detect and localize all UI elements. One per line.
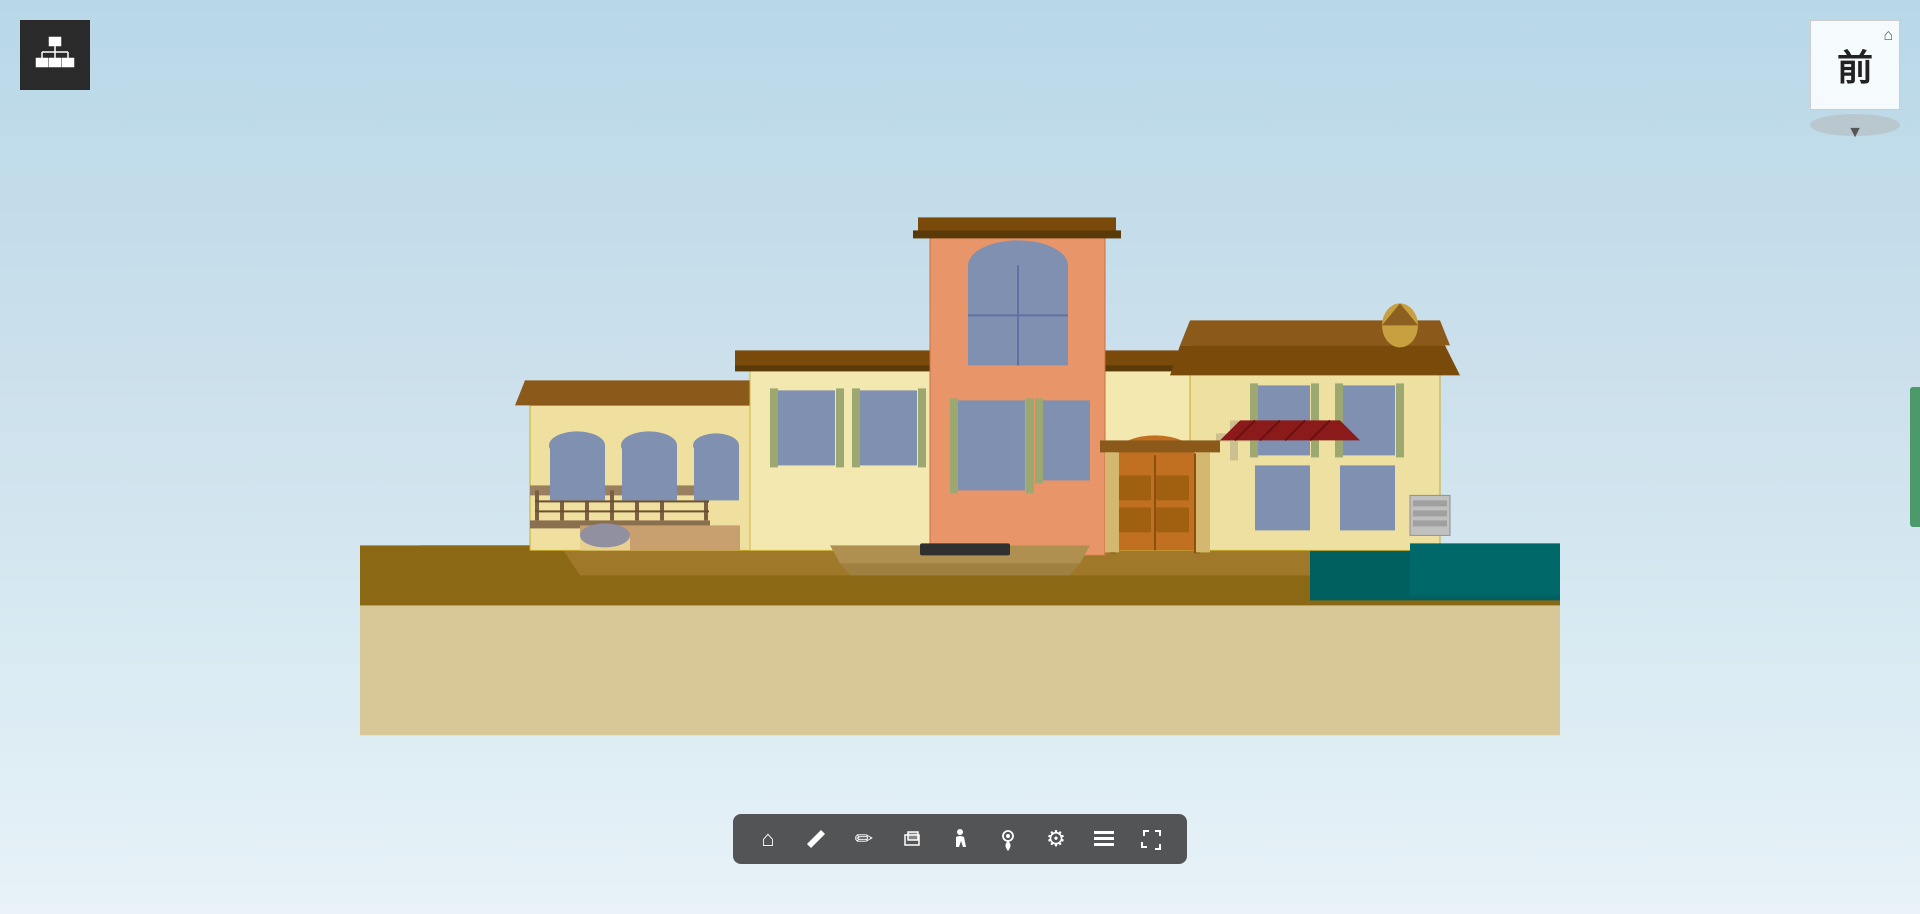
- toolbar-location-button[interactable]: [993, 824, 1023, 854]
- toolbar-settings-button[interactable]: ⚙: [1041, 824, 1071, 854]
- left-arch-win-3-top: [693, 433, 739, 457]
- door-panel-4: [1156, 507, 1189, 532]
- pool-teal: [1410, 543, 1560, 595]
- rail-bar-2: [535, 510, 709, 512]
- toolbar-person-button[interactable]: [945, 824, 975, 854]
- door-panel-1: [1118, 475, 1151, 500]
- list-icon: [1093, 829, 1115, 849]
- left-wing-roof: [515, 380, 770, 405]
- person-icon: [949, 827, 971, 851]
- ac-vent-1: [1413, 500, 1447, 506]
- tower-lower-shutter-1r: [1026, 398, 1034, 493]
- tower-lower-shutter-1l: [950, 398, 958, 493]
- ac-vent-3: [1413, 520, 1447, 526]
- entry-col-l: [1105, 452, 1119, 552]
- right-win-2: [1340, 385, 1395, 455]
- right-lower-win-2: [1340, 465, 1395, 530]
- awning: [1220, 420, 1360, 440]
- toolbar-list-button[interactable]: [1089, 824, 1119, 854]
- door-panel-2: [1156, 475, 1189, 500]
- main-win-1-shutter-l: [770, 388, 778, 467]
- toolbar-fullscreen-button[interactable]: [1137, 824, 1167, 854]
- main-win-1-shutter-r: [836, 388, 844, 467]
- right-wing-roof-lower: [1170, 345, 1460, 375]
- 3d-scene: [0, 0, 1920, 914]
- toolbar-measure-button[interactable]: [801, 824, 831, 854]
- toolbar-home-button[interactable]: ⌂: [753, 824, 783, 854]
- balcony-post-4: [610, 490, 614, 520]
- tower-roof-overhang: [913, 230, 1121, 238]
- tower-lower-shutter-2l: [1035, 398, 1043, 483]
- right-lower-win-1: [1255, 465, 1310, 530]
- location-icon: [997, 827, 1019, 851]
- main-win-2-shutter-r: [918, 388, 926, 467]
- parked-car: [920, 543, 1010, 555]
- main-win-2-shutter-l: [852, 388, 860, 467]
- toolbar-draw-button[interactable]: ✏: [849, 824, 879, 854]
- steps-2: [840, 563, 1080, 575]
- tower-lower-win-1: [955, 400, 1025, 490]
- right-win-2-sr: [1396, 383, 1404, 457]
- door-panel-3: [1118, 507, 1151, 532]
- entry-pergola: [1100, 440, 1220, 452]
- left-entry-arch: [580, 523, 630, 547]
- balcony-post-1: [535, 490, 539, 520]
- fullscreen-icon: [1140, 827, 1164, 851]
- entry-col-r: [1196, 452, 1210, 552]
- main-win-2: [857, 390, 917, 465]
- building-scene-svg: [360, 155, 1560, 735]
- bottom-toolbar: ⌂ ✏ ⚙: [733, 814, 1187, 864]
- left-arch-win-2-top: [621, 431, 677, 459]
- rail-bar-1: [535, 500, 709, 502]
- ruler-icon: [804, 827, 828, 851]
- toolbar-pushpull-button[interactable]: [897, 824, 927, 854]
- ground-lower: [360, 605, 1560, 735]
- main-win-1: [775, 390, 835, 465]
- pushpull-icon: [900, 827, 924, 851]
- left-arch-win-1-top: [549, 431, 605, 459]
- tower-lower-win-2: [1040, 400, 1090, 480]
- ac-vent-2: [1413, 510, 1447, 516]
